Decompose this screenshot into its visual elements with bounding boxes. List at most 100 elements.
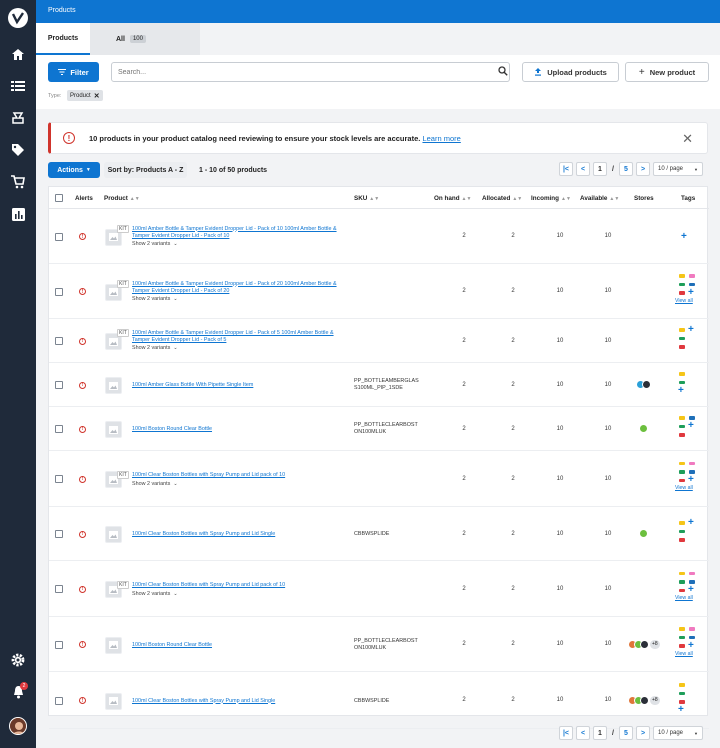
cell-on-hand: 2 xyxy=(462,233,466,239)
tab-all[interactable]: All 100 xyxy=(90,23,200,55)
product-name-link[interactable]: 100ml Clear Boston Bottles with Spray Pu… xyxy=(132,531,347,538)
add-tag-icon[interactable]: + xyxy=(681,231,687,241)
settings-icon[interactable] xyxy=(10,652,26,668)
add-tag-icon[interactable]: + xyxy=(688,640,694,650)
add-tag-icon[interactable]: + xyxy=(688,585,694,595)
cart-icon[interactable] xyxy=(10,174,26,190)
product-name-link[interactable]: 100ml Amber Bottle & Tamper Evident Drop… xyxy=(132,226,347,240)
view-all-tags-link[interactable]: View all xyxy=(675,298,693,304)
view-all-tags-link[interactable]: View all xyxy=(675,595,693,601)
total-pages[interactable]: 5 xyxy=(619,162,633,176)
add-tag-icon[interactable]: + xyxy=(688,421,694,431)
show-variants-toggle[interactable]: Show 2 variants ⌄ xyxy=(132,345,178,351)
row-checkbox[interactable] xyxy=(55,337,63,345)
add-tag-icon[interactable]: + xyxy=(678,385,684,395)
tag-blue xyxy=(689,580,695,584)
row-checkbox[interactable] xyxy=(55,475,63,483)
row-checkbox[interactable] xyxy=(55,381,63,389)
header-sku[interactable]: SKU ▲▼ xyxy=(354,195,379,202)
alert-icon: ! xyxy=(79,475,86,483)
header-incoming[interactable]: Incoming ▲▼ xyxy=(531,195,571,202)
row-checkbox[interactable] xyxy=(55,640,63,649)
product-name-link[interactable]: 100ml Amber Bottle & Tamper Evident Drop… xyxy=(132,281,347,295)
logo[interactable] xyxy=(8,8,28,28)
product-name-link[interactable]: 100ml Clear Boston Bottles with Spray Pu… xyxy=(132,582,347,589)
add-tag-icon[interactable]: + xyxy=(688,517,694,527)
view-all-tags-link[interactable]: View all xyxy=(675,651,693,657)
select-all-checkbox[interactable] xyxy=(55,194,63,202)
reports-icon[interactable] xyxy=(10,206,26,222)
first-page-icon[interactable]: |< xyxy=(559,726,573,740)
add-tag-icon[interactable]: + xyxy=(688,324,694,334)
tab-products[interactable]: Products xyxy=(36,23,90,55)
row-checkbox[interactable] xyxy=(55,287,63,296)
row-checkbox[interactable] xyxy=(55,530,63,538)
plus-icon: + xyxy=(638,66,645,78)
total-pages[interactable]: 5 xyxy=(619,726,633,740)
header-available[interactable]: Available ▲▼ xyxy=(580,195,619,202)
add-tag-icon[interactable]: + xyxy=(688,287,694,297)
page-number[interactable]: 1 xyxy=(593,162,607,176)
upload-label: Upload products xyxy=(547,67,607,77)
product-name-link[interactable]: 100ml Amber Bottle & Tamper Evident Drop… xyxy=(132,330,347,344)
tag-red xyxy=(679,345,685,349)
tab-bar: Products All 100 xyxy=(36,23,720,55)
cell-allocated: 2 xyxy=(511,337,515,344)
header-product-label: Product xyxy=(104,195,128,202)
cell-available: 10 xyxy=(604,425,612,432)
chip-close-icon[interactable]: ✕ xyxy=(94,92,100,100)
page-number[interactable]: 1 xyxy=(593,726,607,740)
tag-list: + View all xyxy=(675,561,699,617)
product-name-link[interactable]: 100ml Boston Round Clear Bottle xyxy=(132,642,347,649)
new-product-button[interactable]: + New product xyxy=(625,62,709,82)
header-on-hand[interactable]: On hand ▲▼ xyxy=(434,195,471,202)
product-name-link[interactable]: 100ml Amber Glass Bottle With Pipette Si… xyxy=(132,382,347,389)
add-tag-icon[interactable]: + xyxy=(688,475,694,485)
variants-label: Show 2 variants xyxy=(132,240,171,247)
search-input[interactable] xyxy=(111,62,510,82)
cell-available: 10 xyxy=(604,337,612,344)
row-checkbox[interactable] xyxy=(55,696,63,705)
type-filter-chip[interactable]: Product ✕ xyxy=(67,90,103,101)
header-allocated[interactable]: Allocated ▲▼ xyxy=(482,195,522,202)
home-icon[interactable] xyxy=(10,46,26,62)
sort-button[interactable]: Sort by: Products A - Z xyxy=(104,162,187,178)
image-placeholder-icon xyxy=(105,377,122,394)
prev-page-icon[interactable]: < xyxy=(576,726,590,740)
filter-button[interactable]: Filter xyxy=(48,62,99,82)
next-page-icon[interactable]: > xyxy=(636,726,650,740)
show-variants-toggle[interactable]: Show 2 variants ⌄ xyxy=(132,296,178,302)
sidebar: 2 xyxy=(0,0,36,748)
per-page-select[interactable]: 10 / page ▼ xyxy=(653,726,703,740)
alert-icon: ! xyxy=(79,233,86,240)
show-variants-toggle[interactable]: Show 2 variants ⌄ xyxy=(132,241,178,247)
row-checkbox[interactable] xyxy=(55,585,63,593)
sort-icon: ▲▼ xyxy=(561,196,571,202)
avatar[interactable] xyxy=(9,717,27,735)
next-page-icon[interactable]: > xyxy=(636,162,650,176)
list-icon[interactable] xyxy=(10,78,26,94)
upload-products-button[interactable]: Upload products xyxy=(522,62,619,82)
sku-value: CBBWSPLIDE xyxy=(354,531,390,537)
row-checkbox[interactable] xyxy=(55,232,63,241)
product-name-link[interactable]: 100ml Clear Boston Bottles with Spray Pu… xyxy=(132,698,347,705)
show-variants-toggle[interactable]: Show 2 variants ⌄ xyxy=(132,481,178,487)
first-page-icon[interactable]: |< xyxy=(559,162,573,176)
learn-more-link[interactable]: Learn more xyxy=(422,134,460,143)
header-product[interactable]: Product ▲▼ xyxy=(104,195,140,202)
add-tag-icon[interactable]: + xyxy=(678,705,684,715)
row-checkbox[interactable] xyxy=(55,425,63,433)
inventory-icon[interactable] xyxy=(10,110,26,126)
actions-button[interactable]: Actions ▼ xyxy=(48,162,100,178)
close-icon[interactable]: ✕ xyxy=(682,131,693,147)
prev-page-icon[interactable]: < xyxy=(576,162,590,176)
show-variants-toggle[interactable]: Show 2 variants ⌄ xyxy=(132,591,178,597)
product-name-link[interactable]: 100ml Clear Boston Bottles with Spray Pu… xyxy=(132,472,347,479)
table-row: ! KIT 100ml Amber Bottle & Tamper Evident … xyxy=(49,209,709,264)
product-name-link[interactable]: 100ml Boston Round Clear Bottle xyxy=(132,426,347,433)
view-all-tags-link[interactable]: View all xyxy=(675,485,693,491)
chevron-down-icon: ⌄ xyxy=(173,345,178,351)
tag-icon[interactable] xyxy=(10,142,26,158)
per-page-select[interactable]: 10 / page ▼ xyxy=(653,162,703,176)
search-icon[interactable] xyxy=(498,66,508,76)
